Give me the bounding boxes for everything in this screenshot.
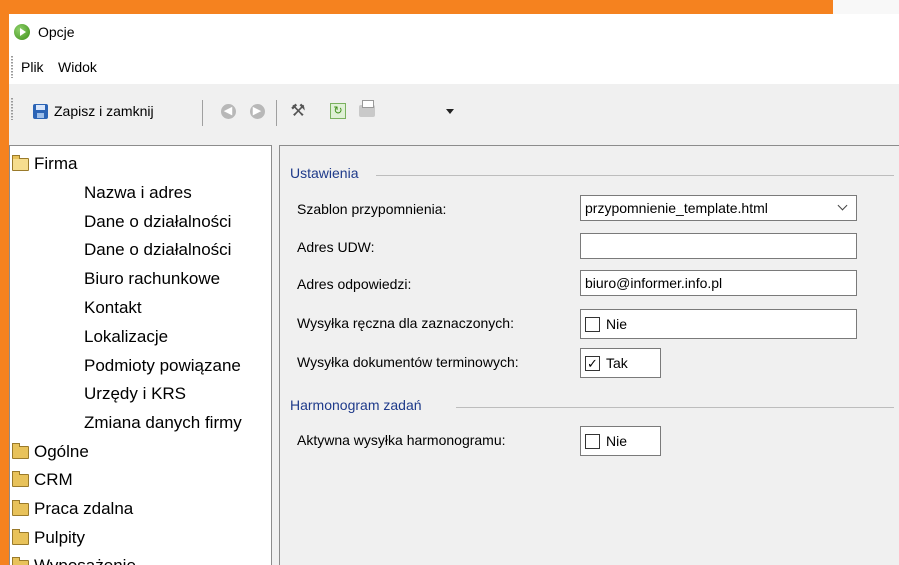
template-select[interactable]: przypomnienie_template.html [580,195,857,221]
tree-item-nazwa-i-adres[interactable]: Nazwa i adres [84,181,192,205]
tree-item-firma[interactable]: Firma [12,152,77,176]
folder-icon [12,499,29,516]
folder-icon [12,470,29,487]
schedule-label: Aktywna wysyłka harmonogramu: [297,432,506,448]
tree-item-biuro-rachunkowe[interactable]: Biuro rachunkowe [84,267,220,291]
reply-input[interactable]: biuro@informer.info.pl [580,270,857,296]
tree-item-ogolne[interactable]: Ogólne [12,440,89,464]
docs-send-value: Tak [606,355,628,371]
save-and-close-button[interactable]: Zapisz i zamknij [33,100,154,122]
options-window: Opcje Plik Widok Zapisz i zamknij ◀ ▶ ⚒ … [9,14,899,565]
menu-grip [11,56,13,78]
back-icon: ◀ [220,103,236,119]
tree-item-podmioty-powiazane[interactable]: Podmioty powiązane [84,354,241,378]
tree-item-pulpity[interactable]: Pulpity [12,526,85,550]
tree-item-dane-o-dzialalnosci-1[interactable]: Dane o działalności [84,210,231,234]
tree-item-wyposazenie[interactable]: Wyposażenie [12,554,136,565]
manual-send-field[interactable]: Nie [580,309,857,339]
group-title-harmonogram: Harmonogram zadań [290,397,423,413]
title-bar: Opcje [9,14,899,50]
toolbar-grip [11,98,13,120]
manual-send-value: Nie [606,316,628,332]
folder-icon [12,528,29,545]
tools-icon: ⚒ [290,101,306,120]
toolbar-separator [202,100,203,126]
tools-button[interactable]: ⚒ [289,101,307,120]
window-frame-corner [833,0,899,14]
reply-label: Adres odpowiedzi: [297,276,412,292]
manual-send-checkbox[interactable] [585,316,600,332]
tree-item-label: Firma [34,154,78,173]
options-tree: Firma Nazwa i adres Dane o działalności … [9,145,272,565]
group-divider [376,175,894,176]
forward-button[interactable]: ▶ [248,102,266,120]
schedule-value: Nie [606,433,628,449]
folder-icon [12,556,29,565]
printer-icon [359,100,375,117]
forward-icon: ▶ [249,103,265,119]
group-divider [456,407,894,408]
docs-send-field[interactable]: ✓ Tak [580,348,661,378]
toolbar: Zapisz i zamknij ◀ ▶ ⚒ ↻ [9,84,899,134]
dropdown-arrow-icon[interactable] [446,109,454,114]
print-button[interactable] [358,100,376,120]
tree-item-label: Pulpity [34,528,86,547]
floppy-icon [33,103,48,119]
group-title-ustawienia: Ustawienia [290,165,360,181]
udw-input[interactable] [580,233,857,259]
settings-panel: Ustawienia Szablon przypomnienia: przypo… [279,145,899,565]
menu-plik[interactable]: Plik [21,59,44,75]
template-select-value: przypomnienie_template.html [585,200,768,216]
window-title: Opcje [38,24,75,40]
docs-send-checkbox[interactable]: ✓ [585,355,600,371]
tree-item-kontakt[interactable]: Kontakt [84,296,142,320]
tree-item-label: Praca zdalna [34,499,134,518]
back-button[interactable]: ◀ [219,102,237,120]
menu-bar: Plik Widok [9,50,899,84]
chevron-down-icon [837,200,848,211]
tree-item-praca-zdalna[interactable]: Praca zdalna [12,497,133,521]
schedule-checkbox[interactable] [585,433,600,449]
tree-item-zmiana-danych-firmy[interactable]: Zmiana danych firmy [84,411,242,435]
play-circle-icon [14,24,30,40]
save-and-close-label: Zapisz i zamknij [54,103,154,119]
tree-item-urzedy-i-krs[interactable]: Urzędy i KRS [84,382,186,406]
folder-icon [12,442,29,459]
template-label: Szablon przypomnienia: [297,201,447,217]
folder-open-icon [12,154,29,171]
menu-widok[interactable]: Widok [58,59,97,75]
manual-send-label: Wysyłka ręczna dla zaznaczonych: [297,315,514,331]
tree-item-label: CRM [34,470,73,489]
docs-send-label: Wysyłka dokumentów terminowych: [297,354,519,370]
tree-item-lokalizacje[interactable]: Lokalizacje [84,325,168,349]
tree-item-crm[interactable]: CRM [12,468,73,492]
toolbar-separator [276,100,277,126]
udw-label: Adres UDW: [297,239,375,255]
schedule-field[interactable]: Nie [580,426,661,456]
tree-item-label: Wyposażenie [34,554,136,565]
tree-item-dane-o-dzialalnosci-2[interactable]: Dane o działalności [84,238,231,262]
refresh-button[interactable]: ↻ [329,102,347,120]
refresh-icon: ↻ [330,103,346,119]
tree-item-label: Ogólne [34,442,89,461]
